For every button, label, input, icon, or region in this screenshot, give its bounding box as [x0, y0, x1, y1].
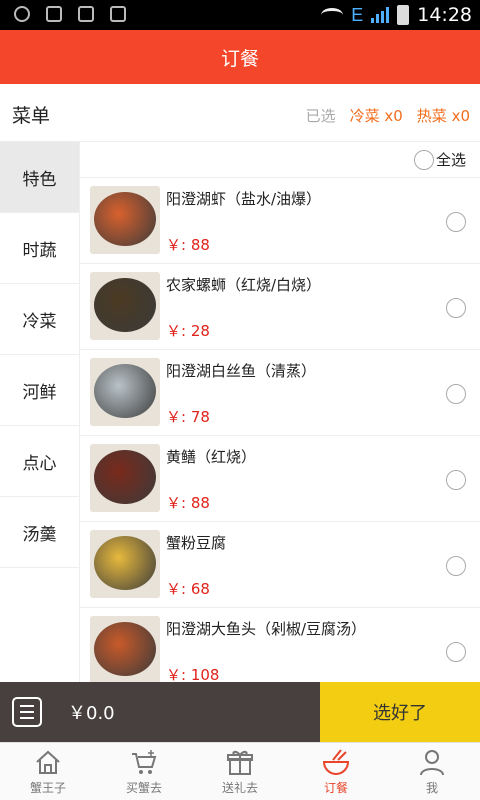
- dish-name: 黄鳝（红烧）: [166, 448, 257, 466]
- cold-dish-count[interactable]: 冷菜 x0: [350, 105, 403, 126]
- select-all-radio[interactable]: [413, 149, 434, 170]
- menu-label: 菜单: [12, 105, 51, 127]
- clock: 14:28: [417, 4, 472, 26]
- title-bar: 订餐: [0, 30, 480, 84]
- dish-price: ￥: 68: [166, 580, 210, 598]
- dish-select-radio[interactable]: [446, 470, 466, 490]
- user-icon: [420, 749, 444, 775]
- category-sidebar: 特色 时蔬 冷菜 河鲜 点心 汤羹: [0, 142, 80, 682]
- dish-item[interactable]: 阳澄湖白丝鱼（清蒸） ￥: 78: [80, 350, 480, 436]
- dish-list[interactable]: 全选 阳澄湖虾（盐水/油爆） ￥: 88 农家螺蛳（红烧/白烧） ￥: 28 阳…: [80, 142, 480, 682]
- dish-price: ￥: 28: [166, 322, 210, 340]
- dish-item[interactable]: 阳澄湖大鱼头（剁椒/豆腐汤） ￥: 108: [80, 608, 480, 682]
- dish-select-radio[interactable]: [446, 212, 466, 232]
- dish-name: 蟹粉豆腐: [166, 534, 227, 552]
- dish-image: [90, 272, 160, 340]
- dish-name: 阳澄湖大鱼头（剁椒/豆腐汤）: [166, 620, 367, 638]
- notification-icons: [14, 6, 126, 22]
- signal-icon: [371, 7, 390, 23]
- wifi-icon: [321, 8, 344, 22]
- checkout-button[interactable]: 选好了: [320, 682, 480, 742]
- tab-label: 买蟹去: [125, 780, 162, 795]
- dish-item[interactable]: 蟹粉豆腐 ￥: 68: [80, 522, 480, 608]
- home-icon: [36, 750, 60, 774]
- select-all-row[interactable]: 全选: [80, 142, 480, 178]
- menu-summary: 菜单 已选 冷菜 x0 热菜 x0: [0, 84, 480, 142]
- page-title: 订餐: [220, 47, 259, 70]
- bowl-icon: [322, 748, 350, 775]
- category-cold-dishes[interactable]: 冷菜: [0, 284, 79, 355]
- dish-item[interactable]: 农家螺蛳（红烧/白烧） ￥: 28: [80, 264, 480, 350]
- battery-icon: [397, 5, 410, 25]
- category-soups[interactable]: 汤羹: [0, 497, 79, 568]
- dish-image: [90, 530, 160, 598]
- dish-image: [90, 358, 160, 426]
- hot-dish-count[interactable]: 热菜 x0: [417, 105, 470, 126]
- tab-buy-crab[interactable]: 买蟹去: [96, 743, 192, 800]
- dish-image: [90, 186, 160, 254]
- selected-label: 已选: [305, 107, 336, 125]
- status-bar: E 14:28: [0, 0, 480, 30]
- dish-name: 农家螺蛳（红烧/白烧）: [166, 276, 322, 294]
- dish-price: ￥: 88: [166, 236, 210, 254]
- dish-image: [90, 616, 160, 682]
- dish-item[interactable]: 黄鳝（红烧） ￥: 88: [80, 436, 480, 522]
- tab-label: 蟹王子: [29, 780, 66, 795]
- search-notification-icon: [14, 6, 30, 22]
- category-dim-sum[interactable]: 点心: [0, 426, 79, 497]
- tab-label: 订餐: [323, 780, 348, 795]
- dish-select-radio[interactable]: [446, 298, 466, 318]
- usb-icon: [78, 6, 94, 22]
- dish-price: ￥: 78: [166, 408, 210, 426]
- image-notification-icon: [46, 6, 62, 22]
- select-all-label: 全选: [435, 151, 466, 169]
- dish-price: ￥: 108: [166, 666, 220, 682]
- tab-home[interactable]: 蟹王子: [0, 743, 96, 800]
- order-list-icon[interactable]: [12, 697, 42, 727]
- cart-bar: ￥0.0 选好了: [0, 682, 480, 742]
- dish-price: ￥: 88: [166, 494, 210, 512]
- tab-order-food[interactable]: 订餐: [288, 743, 384, 800]
- tab-label: 送礼去: [221, 780, 258, 795]
- dish-image: [90, 444, 160, 512]
- category-vegetables[interactable]: 时蔬: [0, 213, 79, 284]
- category-river-fresh[interactable]: 河鲜: [0, 355, 79, 426]
- cart-total: ￥0.0: [68, 703, 115, 724]
- tab-label: 我: [425, 780, 438, 795]
- tab-me[interactable]: 我: [384, 743, 480, 800]
- barcode-icon: [110, 6, 126, 22]
- dish-name: 阳澄湖虾（盐水/油爆）: [166, 190, 322, 208]
- dish-select-radio[interactable]: [446, 384, 466, 404]
- dish-name: 阳澄湖白丝鱼（清蒸）: [166, 362, 317, 380]
- category-featured[interactable]: 特色: [0, 142, 79, 213]
- dish-select-radio[interactable]: [446, 556, 466, 576]
- bottom-tab-bar: 蟹王子 买蟹去 送礼去 订餐 我: [0, 742, 480, 800]
- network-type: E: [351, 4, 364, 25]
- gift-icon: [227, 750, 253, 775]
- cart-icon: [132, 749, 157, 774]
- cart-summary[interactable]: ￥0.0: [0, 682, 320, 742]
- dish-select-radio[interactable]: [446, 642, 466, 662]
- dish-item[interactable]: 阳澄湖虾（盐水/油爆） ￥: 88: [80, 178, 480, 264]
- tab-send-gift[interactable]: 送礼去: [192, 743, 288, 800]
